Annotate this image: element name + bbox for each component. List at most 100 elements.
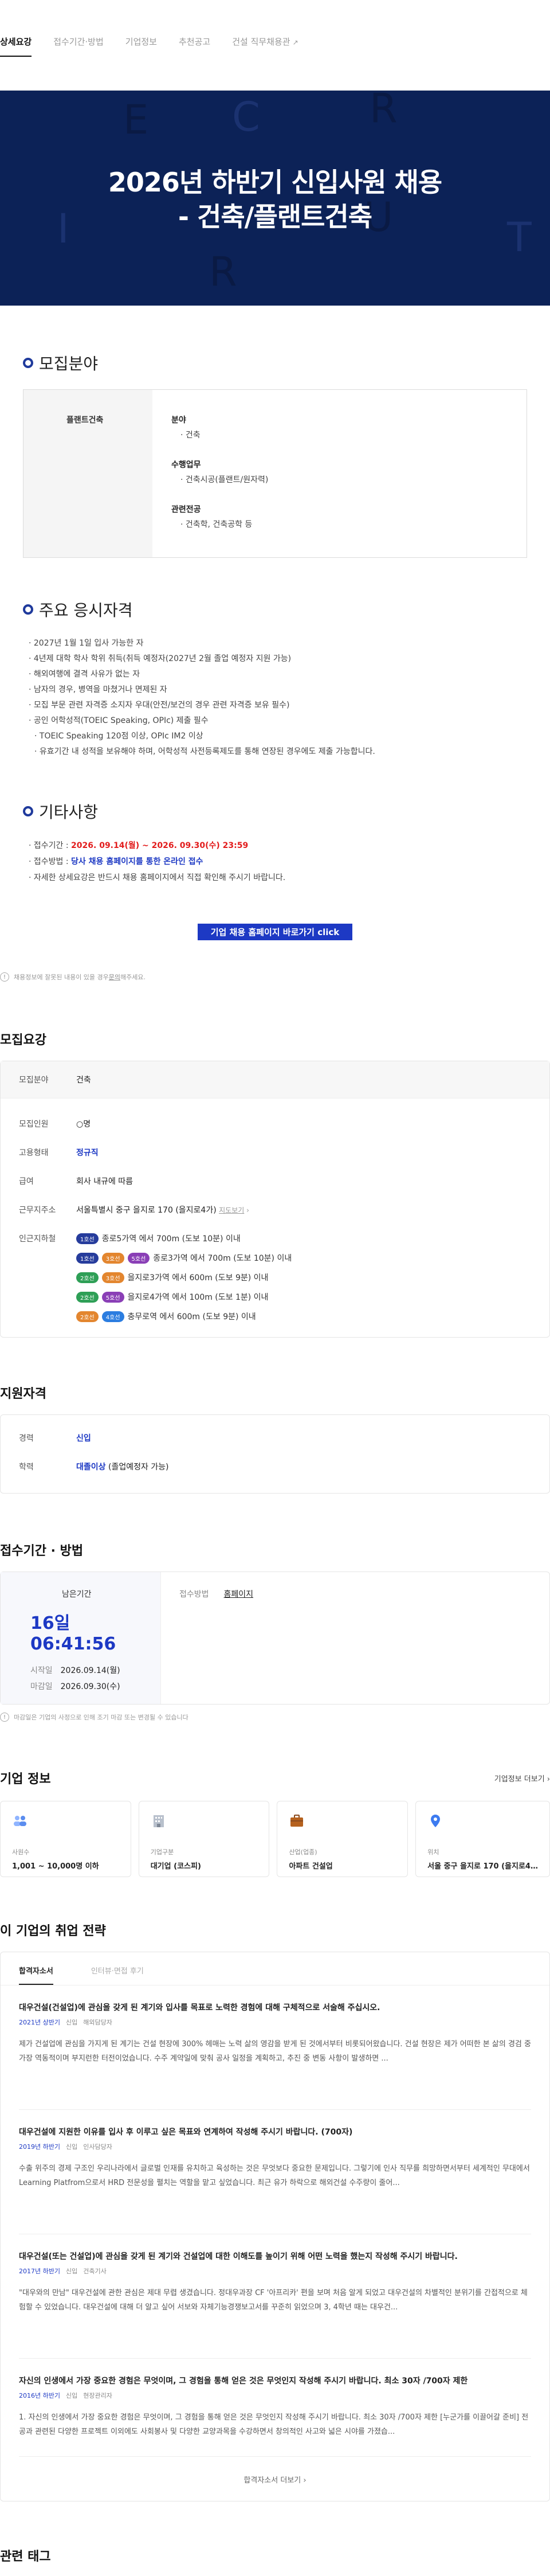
subway-line-badge: 1호선 [76, 1233, 99, 1244]
summary-field-row: 모집분야 건축 [1, 1061, 549, 1099]
list-item: · 유효기간 내 성적을 보유해야 하며, 어학성적 사전등록제도를 통해 연장… [34, 747, 375, 756]
cover-letter-more-button[interactable]: 합격자소서 더보기 › [1, 2457, 549, 2501]
row-value: 건축 [76, 1076, 91, 1085]
recruit-field-section: 모집분야 플랜트건축 분야 · 건축 수행업무 · 건축시공(플랜트/원자력) … [0, 351, 550, 558]
apply-method-line: · 접수방법 : 당사 채용 홈페이지를 통한 온라인 접수 [29, 854, 527, 870]
cover-letter-year: 2016년 하반기 [19, 2392, 60, 2399]
hero-deco-letter: R [370, 91, 398, 132]
apply-section: 접수기간 · 방법 남은기간 16일 06:41:56 시작일 2026.09.1… [0, 1541, 550, 1722]
list-item: · 남자의 경우, 병역을 마쳤거나 면제된 자 [29, 685, 167, 694]
period-value: 2026. 09.14(월) ~ 2026. 09.30(수) 23:59 [71, 841, 249, 850]
subway-line-badge: 1호선 [76, 1252, 99, 1264]
bullet-ring-icon [23, 806, 33, 816]
cover-letter-item[interactable]: 대우건설(건설업)에 관심을 갖게 된 계기와 입사를 목표로 노력한 경험에 … [1, 1985, 549, 2110]
cover-letter-meta: 2021년 상반기 신입 해외담당자 [19, 2018, 531, 2027]
cover-letter-item[interactable]: 자신의 인생에서 가장 중요한 경험은 무엇이며, 그 경험을 통해 얻은 것은… [1, 2359, 549, 2457]
tab-detail[interactable]: 상세요강 [0, 36, 32, 57]
tab-construction-jobs[interactable]: 건설 직무채용관 ↗ [232, 36, 298, 57]
hero-title: 2026년 하반기 신입사원 채용 - 건축/플랜트건축 [0, 165, 550, 234]
remaining-panel: 남은기간 16일 06:41:56 시작일 2026.09.14(월) 마감일 20… [1, 1572, 161, 1704]
row-label: 학력 [19, 1463, 34, 1472]
info-card-label: 사원수 [12, 1848, 30, 1856]
end-label: 마감일 [30, 1682, 53, 1691]
cover-letter-item[interactable]: 대우건설에 지원한 이유를 입사 후 이루고 싶은 목표와 연계하여 작성해 주… [1, 2110, 549, 2234]
cover-letter-meta: 2016년 하반기 신입 현장관리자 [19, 2391, 531, 2400]
cover-letter-excerpt: 수출 위주의 경제 구조인 우리나라에서 글로벌 인재를 유치하고 육성하는 것… [19, 2161, 531, 2234]
summary-count-row: 모집인원 ○명 [19, 1118, 531, 1129]
row-label: 경력 [19, 1434, 34, 1443]
deadline-notice-text: 마감일은 기업의 사정으로 인해 조기 마감 또는 변경될 수 있습니다 [14, 1714, 188, 1721]
cover-letter-question: 대우건설(또는 건설업)에 관심을 갖게 된 계기와 건설업에 대한 이해도를 … [19, 2252, 458, 2261]
subway-line-badge: 2호선 [76, 1311, 99, 1322]
company-more-link[interactable]: 기업정보 더보기 › [494, 1773, 550, 1784]
info-card-value: 아파트 건설업 [289, 1862, 333, 1871]
cover-letter-excerpt: 제가 건설업에 관심을 가지게 된 계기는 건설 현장에 300% 헤매는 노력… [19, 2037, 531, 2110]
section-heading: 주요 응시자격 [23, 598, 527, 621]
method-label: · 접수방법 : [29, 857, 72, 866]
row-label: 급여 [19, 1177, 34, 1186]
tab-recommended[interactable]: 추천공고 [179, 36, 210, 57]
company-homepage-button[interactable]: 기업 채용 홈페이지 바로가기 click [198, 924, 352, 940]
field-name: 플랜트건축 [23, 390, 152, 557]
hero-deco-letter: E [123, 96, 149, 143]
map-link[interactable]: 지도보기 › [219, 1206, 249, 1214]
company-section: 기업 정보 기업정보 더보기 › 사원수 1,001 ~ 10,000명 이하 … [0, 1769, 550, 1877]
homepage-link[interactable]: 홈페이지 [224, 1590, 254, 1599]
info-card-type: 기업구분 대기업 (코스피) [138, 1801, 270, 1877]
tab-interview-reviews[interactable]: 인터뷰·면접 후기 [91, 1952, 144, 1985]
location-icon [431, 1815, 441, 1827]
report-notice-text: 채용정보에 잘못된 내용이 있을 경우 [14, 974, 109, 981]
summary-type-row: 고용형태 정규직 [19, 1147, 531, 1158]
report-link[interactable]: 문의 [109, 972, 120, 982]
info-card-label: 위치 [427, 1848, 439, 1856]
field-value: · 건축 [180, 431, 201, 440]
subway-item: 1호선 3호선 5호선 종로3가역 에서 700m (도보 10분) 이내 [76, 1252, 292, 1264]
row-label: 인근지하철 [19, 1234, 56, 1244]
subway-text: 충무로역 에서 600m (도보 9분) 이내 [127, 1312, 256, 1322]
address-value: 서울특별시 중구 을지로 170 (을지로4가) [76, 1206, 217, 1215]
info-card-label: 산업(업종) [289, 1848, 317, 1856]
etc-section: 기타사항 · 접수기간 : 2026. 09.14(월) ~ 2026. 09.… [0, 800, 550, 940]
tab-cover-letters[interactable]: 합격자소서 [19, 1952, 53, 1985]
apply-box: 남은기간 16일 06:41:56 시작일 2026.09.14(월) 마감일 20… [0, 1572, 550, 1705]
recruit-field-box: 플랜트건축 분야 · 건축 수행업무 · 건축시공(플랜트/원자력) 관련전공 … [23, 389, 527, 558]
tab-construction-jobs-label: 건설 직무채용관 [232, 37, 290, 47]
end-value: 2026.09.30(수) [60, 1682, 120, 1691]
strategy-tabs: 합격자소서 인터뷰·면접 후기 [1, 1952, 549, 1985]
detail-tab-bar: 상세요강 접수기간·방법 기업정보 추천공고 건설 직무채용관 ↗ [0, 0, 550, 91]
row-label: 고용형태 [19, 1148, 49, 1158]
qualification-list: · 2027년 1월 1일 입사 가능한 자 · 4년제 대학 학사 학위 취득… [23, 636, 527, 760]
bullet-ring-icon [23, 604, 33, 615]
hero-deco-letter: R [209, 248, 237, 295]
subway-item: 2호선 3호선 을지로3가역 에서 600m (도보 9분) 이내 [76, 1272, 292, 1283]
etc-note: · 자세한 상세요강은 반드시 채용 홈페이지에서 직접 확인해 주시기 바랍니… [29, 873, 286, 882]
briefcase-icon [290, 1815, 304, 1827]
tab-company-info[interactable]: 기업정보 [125, 36, 157, 57]
field-label: 수행업무 [171, 460, 201, 470]
cover-letter-question: 대우건설에 지원한 이유를 입사 후 이루고 싶은 목표와 연계하여 작성해 주… [19, 2128, 353, 2137]
cover-letter-question: 자신의 인생에서 가장 중요한 경험은 무엇이며, 그 경험을 통해 얻은 것은… [19, 2376, 468, 2386]
summary-box: 모집분야 건축 모집인원 ○명 고용형태 정규직 급여 회사 내규에 따름 근무지주소… [0, 1061, 550, 1338]
education-value: 대졸이상 [76, 1463, 106, 1472]
row-value: 정규직 [76, 1148, 99, 1158]
method-value: 당사 채용 홈페이지를 통한 온라인 접수 [71, 857, 203, 866]
tab-apply-period[interactable]: 접수기간·방법 [53, 36, 104, 57]
cover-letter-tag: 인사담당자 [83, 2143, 112, 2151]
section-heading-text: 주요 응시자격 [39, 601, 133, 620]
summary-salary-row: 급여 회사 내규에 따름 [19, 1175, 531, 1187]
cover-letter-item[interactable]: 대우건설(또는 건설업)에 관심을 갖게 된 계기와 건설업에 대한 이해도를 … [1, 2234, 549, 2359]
remaining-countdown: 16일 06:41:56 [30, 1613, 116, 1654]
subway-line-badge: 2호선 [76, 1272, 99, 1283]
company-title: 기업 정보 [0, 1772, 51, 1787]
field-label: 분야 [171, 416, 186, 425]
strategy-box: 합격자소서 인터뷰·면접 후기 대우건설(건설업)에 관심을 갖게 된 계기와 … [0, 1952, 550, 2501]
field-value: · 건축학, 건축공학 등 [180, 520, 253, 529]
cover-letter-year: 2019년 하반기 [19, 2143, 60, 2151]
tags-title: 관련 태그 [0, 2550, 51, 2564]
cover-letter-excerpt: 1. 자신의 인생에서 가장 중요한 경험은 무엇이며, 그 경험을 통해 얻은… [19, 2410, 531, 2457]
list-item: · 4년제 대학 학사 학위 취득(취득 예정자(2027년 2월 졸업 예정자… [29, 654, 292, 663]
cover-letter-year: 2017년 하반기 [19, 2268, 60, 2275]
list-item: · 2027년 1월 1일 입사 가능한 자 [29, 639, 144, 648]
summary-section: 모집요강 모집분야 건축 모집인원 ○명 고용형태 정규직 급여 회사 내규에 따름 … [0, 1030, 550, 1338]
cover-letter-meta: 2019년 하반기 신입 인사담당자 [19, 2142, 531, 2151]
